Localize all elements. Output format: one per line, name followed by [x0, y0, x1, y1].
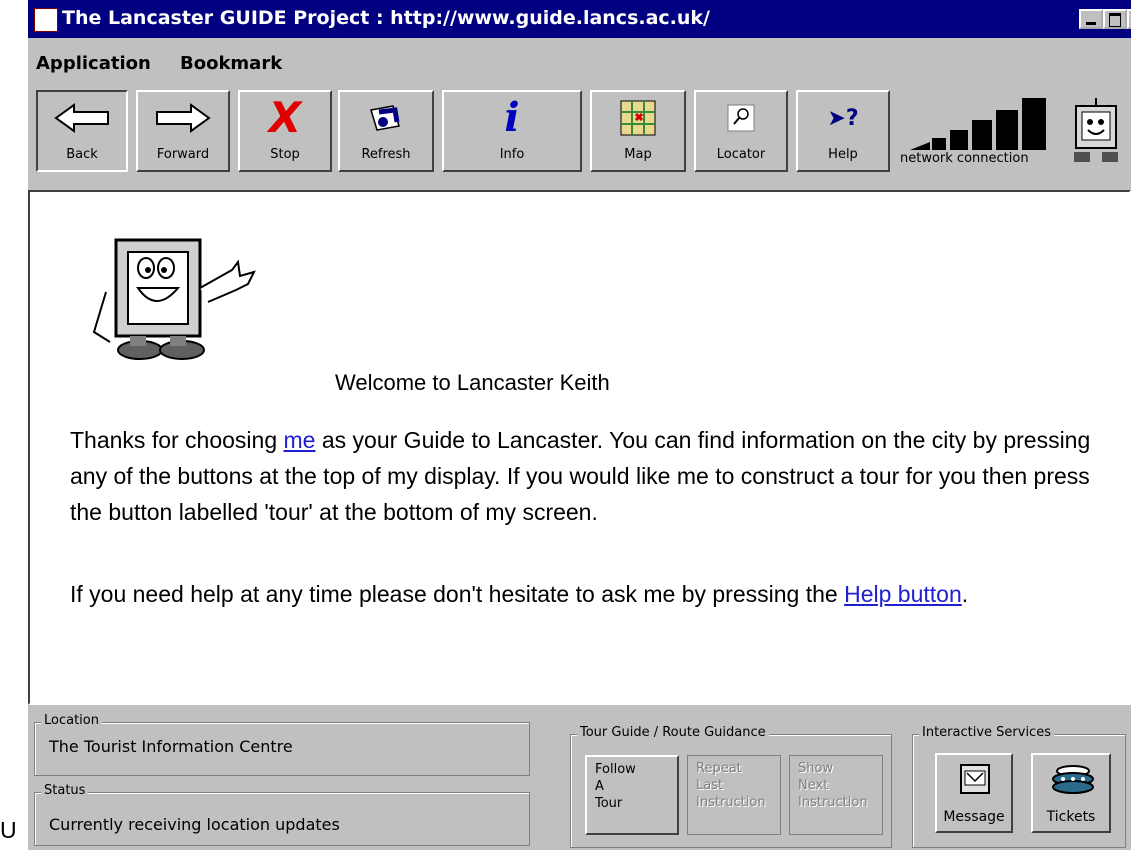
- signal-bars-icon: [910, 98, 1046, 150]
- help-button-link[interactable]: Help button: [844, 581, 962, 607]
- stop-label: Stop: [270, 147, 300, 162]
- status-field: Currently receiving location updates: [35, 793, 529, 845]
- magnifier-icon: [696, 98, 786, 138]
- stop-button[interactable]: X Stop: [238, 90, 332, 172]
- info-button[interactable]: i Info: [442, 90, 582, 172]
- help-text-2: .: [961, 581, 969, 607]
- repeat-last-instruction-button[interactable]: Repeat Last Instruction: [687, 755, 781, 835]
- me-link[interactable]: me: [284, 427, 316, 453]
- window-title: The Lancaster GUIDE Project : http://www…: [62, 7, 710, 29]
- menu-bar: Application Bookmark: [28, 45, 1131, 81]
- help-paragraph: If you need help at any time please don'…: [70, 576, 1120, 612]
- location-field: The Tourist Information Centre: [35, 723, 529, 775]
- interactive-services-label: Interactive Services: [919, 725, 1054, 740]
- map-button[interactable]: Map: [590, 90, 686, 172]
- status-group: Status Currently receiving location upda…: [34, 783, 530, 846]
- tickets-label: Tickets: [1046, 809, 1096, 825]
- maximize-button[interactable]: [1103, 9, 1127, 29]
- show-next-instruction-button[interactable]: Show Next Instruction: [789, 755, 883, 835]
- content-panel: Welcome to Lancaster Keith Thanks for ch…: [28, 190, 1131, 705]
- location-value: The Tourist Information Centre: [49, 737, 293, 756]
- info-i-icon: i: [504, 94, 520, 141]
- app-window: The Lancaster GUIDE Project : http://www…: [28, 0, 1131, 850]
- network-indicator: network connection: [900, 90, 1060, 172]
- welcome-heading: Welcome to Lancaster Keith: [335, 370, 610, 395]
- info-label: Info: [499, 147, 525, 162]
- forward-label: Forward: [156, 147, 210, 162]
- location-group: Location The Tourist Information Centre: [34, 713, 530, 776]
- status-value: Currently receiving location updates: [49, 815, 340, 834]
- close-button[interactable]: ×: [1127, 9, 1131, 29]
- stop-x-icon: X: [268, 93, 302, 142]
- help-button[interactable]: ➤? Help: [796, 90, 890, 172]
- back-label: Back: [66, 147, 98, 162]
- map-icon: [592, 98, 684, 138]
- forward-button[interactable]: Forward: [136, 90, 230, 172]
- app-icon: [34, 8, 58, 32]
- locator-button[interactable]: Locator: [694, 90, 788, 172]
- tour-guide-group: Tour Guide / Route Guidance Follow A Tou…: [570, 725, 892, 848]
- help-text-1: If you need help at any time please don'…: [70, 581, 845, 607]
- forward-arrow-icon: [138, 98, 228, 138]
- intro-text-1: Thanks for choosing: [70, 427, 284, 453]
- follow-tour-button[interactable]: Follow A Tour: [585, 755, 679, 835]
- minimize-button[interactable]: [1079, 9, 1103, 29]
- tickets-icon: [1051, 763, 1095, 799]
- help-pointer-icon: ➤?: [827, 105, 859, 131]
- locator-label: Locator: [716, 147, 766, 162]
- message-button[interactable]: Message: [935, 753, 1013, 833]
- stray-text: U: [0, 817, 17, 843]
- title-bar[interactable]: The Lancaster GUIDE Project : http://www…: [28, 0, 1131, 38]
- network-label: network connection: [900, 151, 1029, 166]
- refresh-label: Refresh: [361, 147, 411, 162]
- menu-bookmark[interactable]: Bookmark: [180, 53, 282, 74]
- tickets-button[interactable]: Tickets: [1031, 753, 1111, 833]
- refresh-icon: [340, 98, 432, 138]
- interactive-services-group: Interactive Services Message Tickets: [912, 725, 1126, 848]
- message-icon: [959, 763, 991, 799]
- toolbar: Back Forward X Stop Refresh i Info Map L…: [28, 88, 1131, 180]
- back-button[interactable]: Back: [36, 90, 128, 172]
- map-label: Map: [624, 147, 652, 162]
- mascot-small-icon: [1068, 98, 1128, 168]
- help-label: Help: [828, 147, 858, 162]
- intro-paragraph: Thanks for choosing me as your Guide to …: [70, 422, 1120, 530]
- message-label: Message: [943, 809, 1005, 825]
- menu-application[interactable]: Application: [36, 53, 151, 74]
- mascot-icon: [90, 232, 270, 362]
- refresh-button[interactable]: Refresh: [338, 90, 434, 172]
- tour-guide-group-label: Tour Guide / Route Guidance: [577, 725, 769, 740]
- back-arrow-icon: [38, 98, 126, 138]
